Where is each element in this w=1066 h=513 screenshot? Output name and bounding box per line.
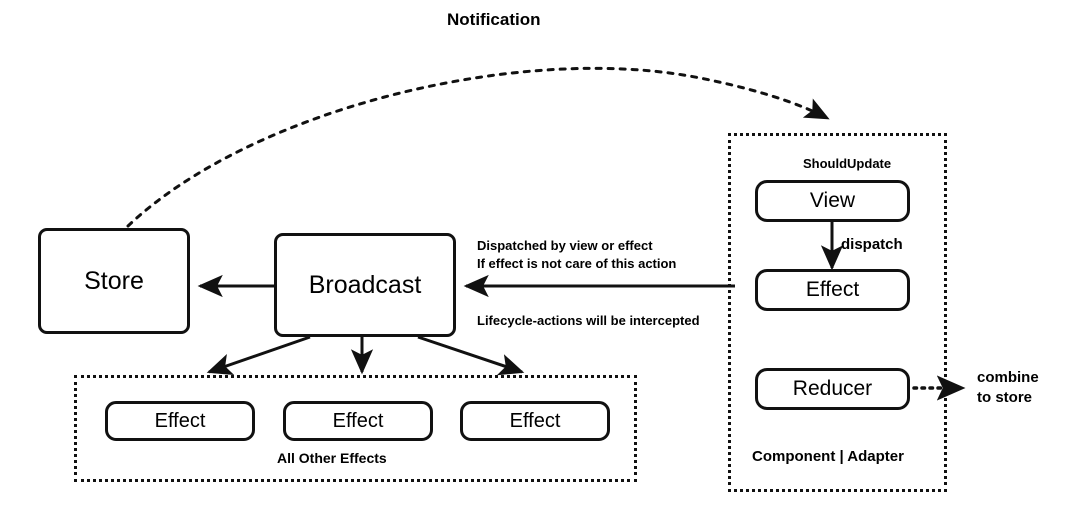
label-combine-to-store-line2: to store [977,389,1033,406]
node-other-effect-1[interactable]: Effect [105,401,255,441]
label-lifecycle-intercepted: Lifecycle-actions will be intercepted [477,313,700,328]
label-notification: Notification [447,10,541,29]
architecture-diagram: Notification Store Broadcast Dispatched … [0,0,1066,513]
connector-broadcast-to-effect-1 [206,335,311,376]
label-dispatched-by-view-or-effect: Dispatched by view or effect [477,238,653,253]
label-dispatch: dispatch [841,236,903,253]
connector-notification [126,66,830,228]
label-component-adapter: Component | Adapter [752,448,904,465]
node-view[interactable]: View [755,180,910,222]
connector-broadcast-to-effect-3 [417,335,525,376]
node-store[interactable]: Store [38,228,190,334]
node-reducer[interactable]: Reducer [755,368,910,410]
node-effect-component[interactable]: Effect [755,269,910,311]
node-other-effect-2[interactable]: Effect [283,401,433,441]
label-should-update: ShouldUpdate [803,156,892,171]
label-if-effect-not-care: If effect is not care of this action [477,256,677,271]
node-broadcast[interactable]: Broadcast [274,233,456,337]
label-combine-to-store-line1: combine [977,369,1039,386]
label-all-other-effects: All Other Effects [277,450,387,466]
node-other-effect-3[interactable]: Effect [460,401,610,441]
